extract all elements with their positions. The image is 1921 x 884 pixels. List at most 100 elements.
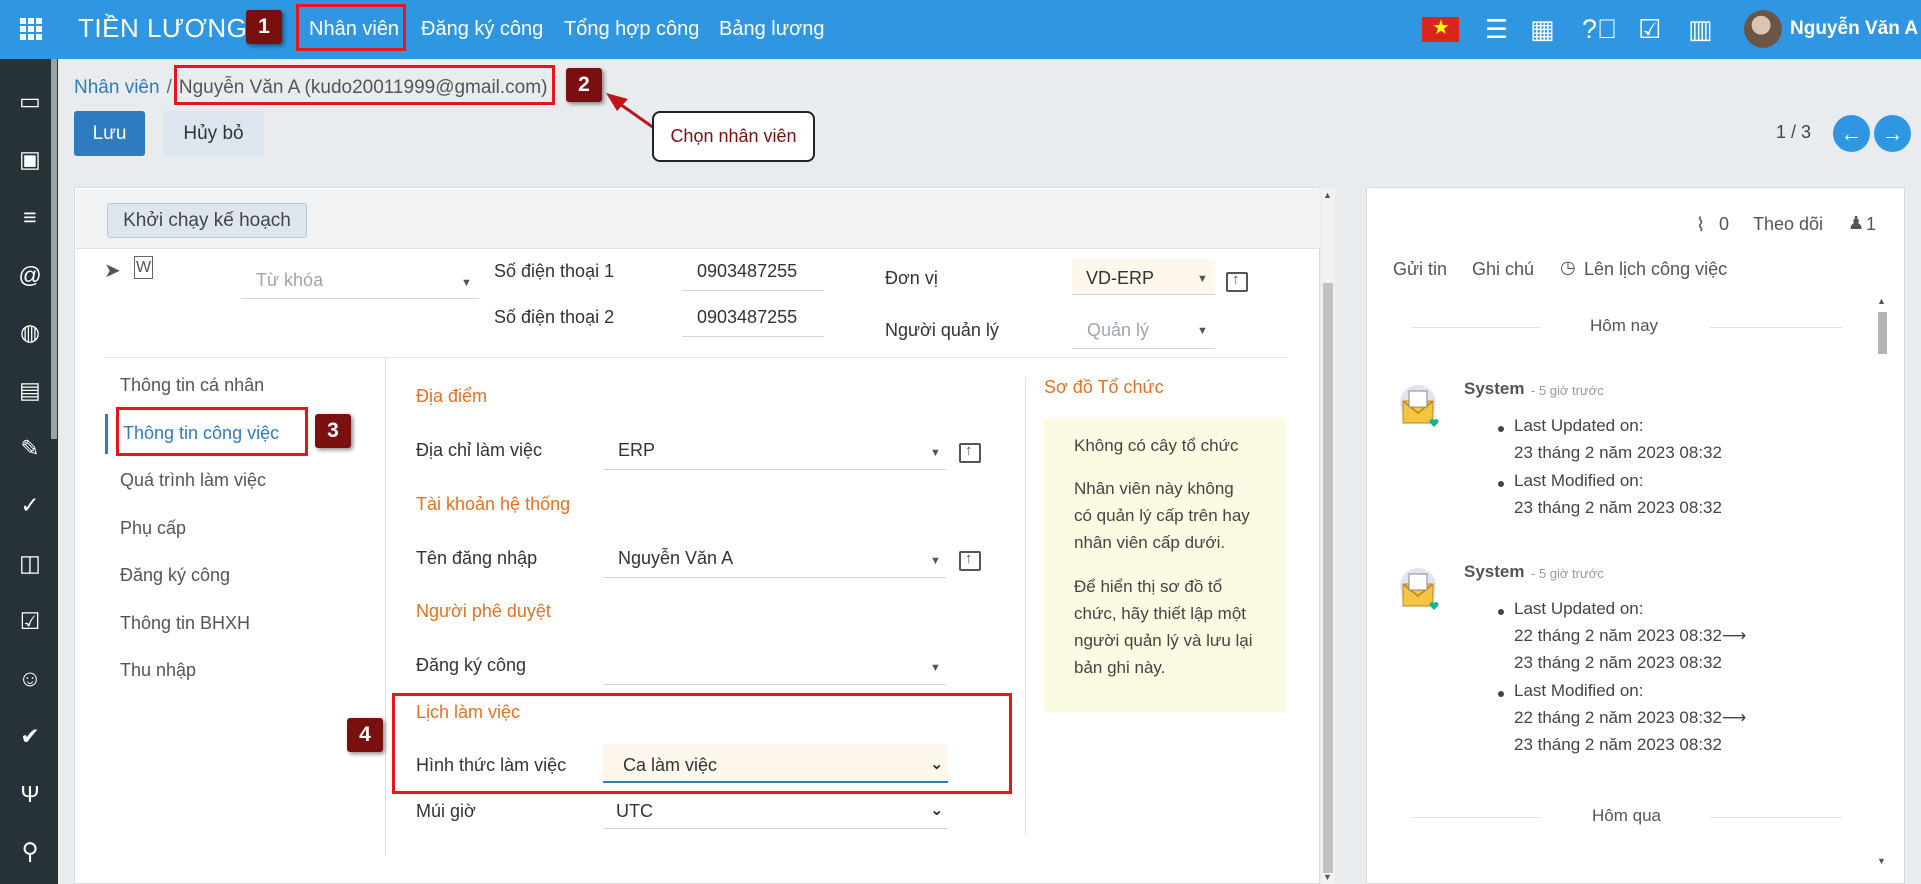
word-document-icon[interactable]: W [134,256,153,279]
unit-dropdown-icon[interactable]: ▼ [1197,273,1208,285]
menu-dang-ky-cong[interactable]: Đăng ký công [421,18,543,41]
username-underline [603,577,946,578]
message-author: System [1464,562,1525,581]
unit-external-link-icon[interactable] [1226,271,1248,292]
callout-badge-2: 2 [566,68,602,102]
timezone-chevron-icon[interactable]: ⌄ [930,800,943,820]
check-circle-icon[interactable]: ✓ [16,491,44,519]
timezone-select[interactable]: UTC [616,801,653,822]
unit-field[interactable]: VD-ERP [1086,268,1154,289]
tab-dang-ky-cong[interactable]: Đăng ký công [120,565,230,586]
form-scroll-thumb[interactable] [1323,283,1333,873]
callout-badge-3: 3 [315,414,351,448]
scroll-up-icon[interactable]: ▲ [1323,190,1332,200]
clipboard-time-icon[interactable]: ◫ [16,549,44,577]
phone2-field[interactable]: 0903487255 [697,307,797,328]
document-icon[interactable]: ▤ [16,376,44,404]
discard-button[interactable]: Hủy bỏ [163,111,264,156]
manager-dropdown-icon[interactable]: ▼ [1197,325,1208,337]
chatter-scroll-down-icon[interactable]: ▼ [1877,856,1886,866]
manager-input[interactable]: Quản lý [1087,320,1149,341]
fork-knife-icon[interactable]: Ψ [16,780,44,808]
attendance-approver-underline [603,684,946,685]
yesterday-divider-left [1411,817,1541,818]
at-icon[interactable]: @ [16,261,44,289]
send-icon[interactable]: ➤ [104,258,121,283]
yesterday-divider-right [1710,817,1842,818]
avatar[interactable] [1744,10,1782,48]
tab-thong-tin-bhxh[interactable]: Thông tin BHXH [120,613,250,634]
calendar-icon[interactable]: ▣ [16,145,44,173]
work-address-dropdown-icon[interactable]: ▼ [930,447,941,459]
double-check-icon[interactable]: ✔ [16,722,44,750]
send-message-button[interactable]: Gửi tin [1393,259,1447,280]
chat-icon[interactable]: ▭ [16,87,44,115]
signature-icon[interactable]: ✎ [16,434,44,462]
annotation-box-1 [296,4,406,51]
tracking-value: 23 tháng 2 năm 2023 08:32 [1514,443,1722,462]
pager-prev-button[interactable]: ← [1833,115,1870,152]
username-external-link-icon[interactable] [959,550,981,571]
sidebar-scrollbar[interactable] [51,59,57,439]
tracking-value: 23 tháng 2 năm 2023 08:32 [1514,498,1722,517]
attendance-approver-dropdown-icon[interactable]: ▼ [930,662,941,674]
work-address-underline [603,469,946,470]
tracking-label: Last Updated on: [1514,416,1644,435]
breadcrumb-separator: / [166,77,172,98]
vietnam-flag-icon[interactable] [1422,16,1459,42]
calendar-icon[interactable]: ▦ [1530,15,1555,43]
work-address-external-link-icon[interactable] [959,442,981,463]
top-navbar: TIỀN LƯƠNG Nhân viên Đăng ký công Tổng h… [0,0,1921,59]
menu-bang-luong[interactable]: Bảng lương [719,18,824,41]
globe-icon[interactable]: ◍ [16,318,44,346]
org-separator [1025,378,1026,836]
attendance-approver-label: Đăng ký công [416,655,527,675]
followers-icon[interactable]: ♟ [1848,213,1864,234]
breadcrumb-parent[interactable]: Nhân viên [74,77,160,98]
org-chart-hint-line: chức, hãy thiết lập một [1074,604,1247,623]
tracking-old-text: 22 tháng 2 năm 2023 08:32 [1514,708,1722,727]
checklist-icon[interactable]: ☑ [16,607,44,635]
active-tab-indicator [105,414,108,454]
apps-grid-icon[interactable] [20,18,42,40]
bullet-dot [1498,691,1504,697]
chatter-scroll-up-icon[interactable]: ▲ [1877,296,1886,306]
log-note-button[interactable]: Ghi chú [1472,259,1534,280]
followers-count[interactable]: 1 [1866,214,1876,235]
menu-tong-hop-cong[interactable]: Tổng hợp công [564,18,699,41]
pager-next-button[interactable]: → [1874,115,1911,152]
follow-button[interactable]: Theo dõi [1753,214,1823,235]
schedule-activity-button[interactable]: Lên lịch công việc [1584,259,1727,280]
bullet-dot [1498,609,1504,615]
message-author: System [1464,379,1525,398]
building-icon[interactable]: ▥ [1688,15,1713,43]
username-field[interactable]: Nguyễn Văn A [618,548,733,569]
chatter-scroll-thumb[interactable] [1878,312,1887,354]
user-name[interactable]: Nguyễn Văn A [1790,18,1918,40]
work-address-field[interactable]: ERP [618,440,655,461]
activity-list-icon[interactable]: ☰ [1485,15,1508,43]
unit-label: Đơn vị [885,268,938,288]
username-dropdown-icon[interactable]: ▼ [930,555,941,567]
message-time: - 5 giờ trước [1531,383,1604,398]
scroll-down-icon[interactable]: ▼ [1323,872,1332,882]
tab-phu-cap[interactable]: Phụ cấp [120,518,186,539]
tracking-old-value: 22 tháng 2 năm 2023 08:32⟶ [1514,626,1746,646]
clock-icon[interactable]: ◷ [1560,257,1576,278]
keyword-dropdown-icon[interactable]: ▼ [461,277,472,289]
tab-thong-tin-ca-nhan[interactable]: Thông tin cá nhân [120,375,264,396]
user-search-icon[interactable]: ⚲ [16,837,44,865]
run-plan-button[interactable]: Khởi chạy kế hoạch [107,203,307,238]
tab-thu-nhap[interactable]: Thu nhập [120,660,196,681]
tracking-old-text: 22 tháng 2 năm 2023 08:32 [1514,626,1722,645]
save-button[interactable]: Lưu [74,111,145,156]
clipboard-check-icon[interactable]: ☑ [1638,15,1661,43]
attachments-count[interactable]: 0 [1719,214,1729,235]
paperclip-icon[interactable]: ⌇ [1696,214,1705,237]
phone1-field[interactable]: 0903487255 [697,261,797,282]
tab-qua-trinh-lam-viec[interactable]: Quá trình làm việc [120,470,266,491]
help-icon[interactable]: ?⃝ [1582,15,1617,43]
keyword-input[interactable]: Từ khóa [256,270,323,291]
smiley-icon[interactable]: ☺ [16,664,44,692]
notes-icon[interactable]: ≡ [16,203,44,231]
